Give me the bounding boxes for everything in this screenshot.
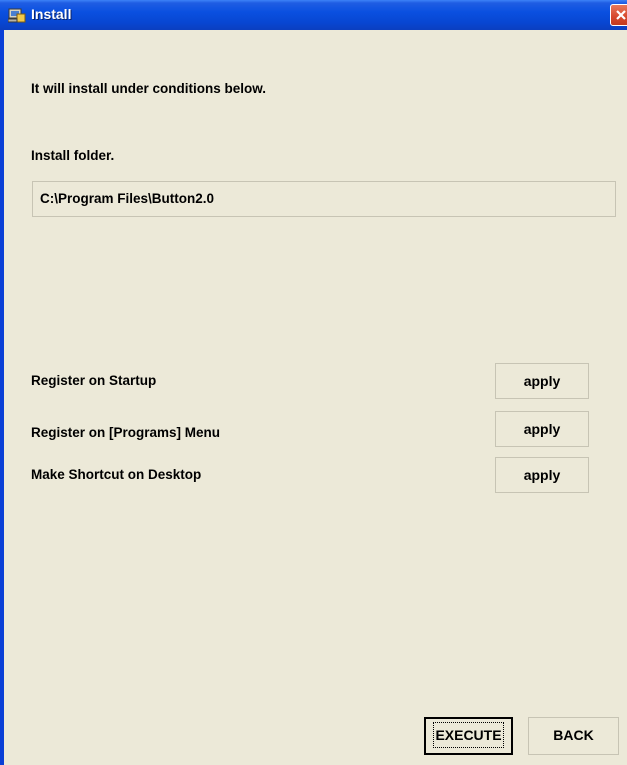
title-bar[interactable]: Install	[0, 0, 627, 30]
install-folder-label: Install folder.	[31, 148, 115, 163]
option-apply-startup[interactable]: apply	[495, 363, 589, 399]
intro-text: It will install under conditions below.	[31, 81, 267, 96]
install-window: Install It will install under conditions…	[0, 0, 627, 765]
close-icon	[616, 10, 626, 20]
execute-button[interactable]: EXECUTE	[424, 717, 513, 755]
option-apply-programs-menu[interactable]: apply	[495, 411, 589, 447]
option-label-desktop-shortcut: Make Shortcut on Desktop	[31, 467, 202, 482]
install-folder-path: C:\Program Files\Button2.0	[40, 191, 215, 206]
back-button[interactable]: BACK	[528, 717, 619, 755]
installer-icon	[7, 7, 26, 23]
install-folder-field[interactable]: C:\Program Files\Button2.0	[32, 181, 616, 217]
window-title: Install	[31, 6, 72, 22]
option-apply-desktop-shortcut[interactable]: apply	[495, 457, 589, 493]
dialog-body: It will install under conditions below. …	[4, 30, 627, 765]
option-label-programs-menu: Register on [Programs] Menu	[31, 425, 221, 440]
execute-button-label: EXECUTE	[433, 722, 504, 748]
option-label-startup: Register on Startup	[31, 373, 157, 388]
close-button[interactable]	[610, 4, 627, 26]
